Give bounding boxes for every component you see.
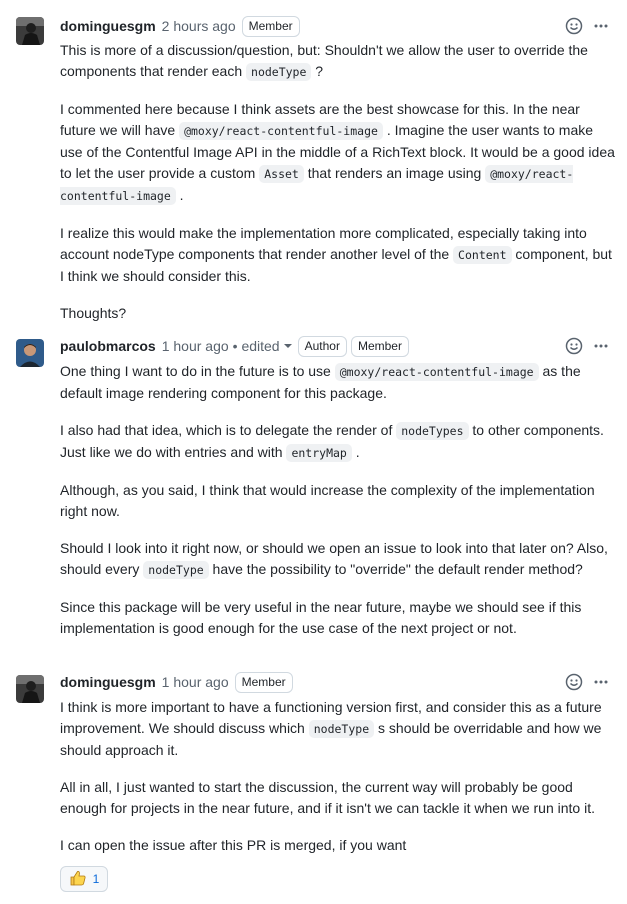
author-name[interactable]: dominguesgm — [60, 674, 156, 690]
inline-code: nodeTypes — [396, 422, 469, 440]
paragraph: I also had that idea, which is to delega… — [60, 420, 616, 464]
inline-code: nodeType — [246, 63, 312, 81]
reaction-count: 1 — [92, 872, 100, 886]
comment-body: This is more of a discussion/question, b… — [60, 40, 616, 340]
text-segment: that renders an image using — [303, 165, 486, 181]
avatar[interactable] — [16, 675, 44, 703]
text-segment: ? — [311, 63, 324, 79]
edited-dropdown[interactable]: • edited — [233, 338, 292, 354]
paragraph: I can open the issue after this PR is me… — [60, 835, 616, 856]
edited-label: • edited — [232, 338, 280, 354]
text-segment: All in all, I just wanted to start the d… — [60, 779, 595, 816]
text-segment: Since this package will be very useful i… — [60, 599, 582, 636]
author-badge: Author — [297, 335, 347, 357]
thumbs-up-icon — [69, 869, 87, 890]
paragraph: I realize this would make the implementa… — [60, 223, 616, 287]
kebab-menu-icon[interactable] — [593, 338, 609, 354]
text-segment: have the possibility to "override" the d… — [208, 561, 583, 577]
paragraph: One thing I want to do in the future is … — [60, 361, 616, 404]
text-segment: Although, as you said, I think that woul… — [60, 482, 595, 519]
member-badge: Member — [350, 335, 409, 357]
smiley-icon[interactable] — [565, 337, 583, 355]
author-name[interactable]: dominguesgm — [60, 18, 156, 34]
comment-header: paulobmarcos 1 hour ago • edited Author … — [60, 335, 409, 357]
inline-code: Asset — [259, 165, 304, 183]
reaction-button[interactable]: 1 — [60, 866, 108, 892]
text-segment: . — [175, 187, 184, 203]
inline-code: Content — [453, 246, 512, 264]
comment-actions — [565, 17, 609, 35]
author-name[interactable]: paulobmarcos — [60, 338, 156, 354]
paragraph: Since this package will be very useful i… — [60, 597, 616, 639]
member-badge: Member — [241, 15, 300, 37]
text-segment: Thoughts? — [60, 305, 127, 321]
smiley-icon[interactable] — [565, 673, 583, 691]
paragraph: Although, as you said, I think that woul… — [60, 480, 616, 522]
paragraph: I think is more important to have a func… — [60, 697, 616, 761]
comment-body: One thing I want to do in the future is … — [60, 361, 616, 655]
paragraph: I commented here because I think assets … — [60, 99, 616, 207]
inline-code: nodeType — [308, 720, 375, 738]
avatar[interactable] — [16, 17, 44, 45]
paragraph: Thoughts? — [60, 303, 616, 324]
avatar[interactable] — [16, 339, 44, 367]
text-segment: This is more of a discussion/question, b… — [60, 42, 588, 79]
inline-code: entryMap — [286, 444, 352, 462]
text-segment: One thing I want to do in the future is … — [60, 363, 335, 379]
comment-actions — [565, 337, 609, 355]
smiley-icon[interactable] — [565, 17, 583, 35]
paragraph: Should I look into it right now, or shou… — [60, 538, 616, 581]
inline-code: @moxy/react-contentful-image — [179, 122, 383, 140]
timestamp[interactable]: 1 hour ago — [162, 674, 229, 690]
inline-code: nodeType — [143, 561, 209, 579]
comment-body: I think is more important to have a func… — [60, 697, 616, 872]
text-segment: I can open the issue after this PR is me… — [60, 837, 407, 853]
timestamp[interactable]: 1 hour ago — [162, 338, 229, 354]
timestamp[interactable]: 2 hours ago — [162, 18, 236, 34]
paragraph: All in all, I just wanted to start the d… — [60, 777, 616, 819]
caret-down-icon — [283, 344, 292, 348]
comment-header: dominguesgm 1 hour ago Member — [60, 671, 293, 693]
text-segment: I also had that idea, which is to delega… — [60, 422, 397, 438]
kebab-menu-icon[interactable] — [593, 18, 609, 34]
member-badge: Member — [234, 671, 293, 693]
text-segment: . — [351, 444, 360, 460]
kebab-menu-icon[interactable] — [593, 674, 609, 690]
inline-code: @moxy/react-contentful-image — [334, 363, 539, 381]
comment-header: dominguesgm 2 hours ago Member — [60, 15, 300, 37]
paragraph: This is more of a discussion/question, b… — [60, 40, 616, 83]
comment-actions — [565, 673, 609, 691]
